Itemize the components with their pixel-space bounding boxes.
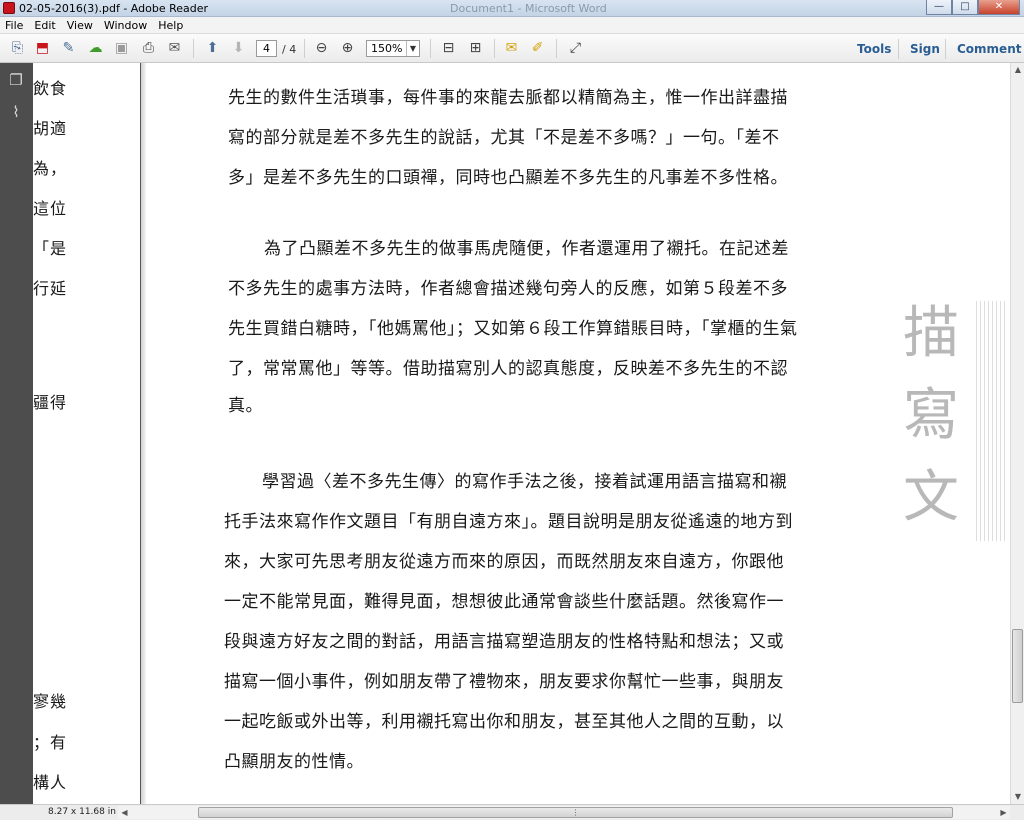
toolbar-separator [430,39,431,58]
scroll-up-icon[interactable]: ▲ [1011,63,1024,77]
paragraph-2-line: 了，常常罵他」等等。借助描寫別人的認真態度，反映差不多先生的不認 [228,359,788,379]
zoom-out-icon[interactable]: ⊖ [312,39,331,58]
paragraph-1-line: 寫的部分就是差不多先生的說話，尤其「不是差不多嗎？」一句。「差不 [228,128,780,148]
stamp-hatching [976,301,1006,541]
scroll-right-icon[interactable]: ▶ [997,806,1010,819]
scroll-left-icon[interactable]: ◀ [118,806,131,819]
page-size-label: 8.27 x 11.68 in [48,807,116,817]
zoom-value: 150% [371,42,403,55]
paragraph-2-line: 先生買錯白糖時，「他媽罵他」；又如第６段工作算錯賬目時，「掌櫃的生氣 [228,319,798,339]
export-pdf-icon[interactable]: ⬒ [33,39,52,58]
horizontal-scrollbar[interactable]: ◀ ⋮ ▶ [118,806,1010,819]
title-bar: 02-05-2016(3).pdf - Adobe Reader Documen… [0,0,1024,17]
paragraph-1-line: 多」是差不多先生的口頭禪，同時也凸顯差不多先生的凡事差不多性格。 [228,168,788,188]
menu-bar: File Edit View Window Help [0,17,1024,34]
expand-icon[interactable]: ⤢ [566,39,585,58]
previous-page-text: 疆得 [33,393,68,412]
paragraph-3-line: 描寫一個小事件，例如朋友帶了禮物來，朋友要求你幫忙一些事，與朋友 [224,672,784,692]
document-viewport[interactable]: 飲食 胡適 為， 這位 「是 行延 疆得 寥幾 ；有 構人 先生的數件生活瑣事，… [33,63,1010,804]
previous-page-text: 構人 [33,773,68,792]
menu-file[interactable]: File [0,19,29,32]
window-controls: — □ ✕ [926,0,1020,15]
toolbar-separator [193,39,194,58]
toolbar-separator [556,39,557,58]
main-toolbar: ⎘ ⬒ ✎ ☁ ▣ ⎙ ✉ ⬆ ⬇ 4 / 4 ⊖ ⊕ 150% ▼ ⊟ ⊞ ✉… [0,34,1024,63]
upload-cloud-icon[interactable]: ☁ [86,39,105,58]
toolbar-separator [898,39,899,59]
menu-window[interactable]: Window [99,19,153,32]
chevron-down-icon[interactable]: ▼ [406,41,419,56]
menu-view[interactable]: View [62,19,99,32]
previous-page-text: 這位 [33,199,68,218]
save-icon[interactable]: ▣ [112,39,131,58]
paragraph-3-line: 段與遠方好友之間的對話，用語言描寫塑造朋友的性格特點和想法；又或 [224,632,784,652]
paragraph-2-line: 真。 [228,396,263,416]
previous-page-icon[interactable]: ⬆ [203,39,222,58]
page-number-input[interactable]: 4 [256,40,277,57]
status-bar: 8.27 x 11.68 in ◀ ⋮ ▶ [0,804,1024,820]
close-button[interactable]: ✕ [978,0,1020,15]
zoom-in-icon[interactable]: ⊕ [338,39,357,58]
tools-pane-link[interactable]: Tools [857,42,891,56]
adobe-reader-icon [3,2,15,14]
highlight-icon[interactable]: ✐ [528,39,547,58]
zoom-select[interactable]: 150% ▼ [366,40,420,57]
previous-page-text: 「是 [33,239,68,258]
previous-page-text: 胡適 [33,119,68,138]
previous-page-text: 行延 [33,279,68,298]
attachments-paperclip-icon[interactable]: ⌇ [7,103,25,121]
paragraph-3-line: 凸顯朋友的性情。 [224,752,364,772]
print-icon[interactable]: ⎙ [139,39,158,58]
previous-page-fragment: 飲食 胡適 為， 這位 「是 行延 疆得 寥幾 ；有 構人 [33,63,141,804]
paragraph-3-line: 來，大家可先思考朋友從遠方而來的原因，而既然朋友來自遠方，你跟他 [224,552,784,572]
menu-help[interactable]: Help [153,19,189,32]
vertical-scrollbar[interactable]: ▲ ▼ [1010,63,1024,804]
previous-page-text: ；有 [33,733,68,752]
toolbar-separator [945,39,946,59]
window-title: 02-05-2016(3).pdf - Adobe Reader [19,2,209,15]
navigation-pane: ❐ ⌇ [0,63,33,804]
page-total: / 4 [282,43,297,56]
page-gutter [140,63,146,804]
background-window-title: Document1 - Microsoft Word [450,2,607,15]
previous-page-text: 寥幾 [33,692,68,711]
maximize-button[interactable]: □ [952,0,978,15]
fit-width-icon[interactable]: ⊞ [466,39,485,58]
previous-page-text: 為， [33,159,68,178]
comment-note-icon[interactable]: ✉ [502,39,521,58]
next-page-icon[interactable]: ⬇ [229,39,248,58]
paragraph-3-line: 一定不能常見面，難得見面，想想彼此通常會談些什麼話題。然後寫作一 [224,592,784,612]
paragraph-3-line: 學習過〈差不多先生傳〉的寫作手法之後，接着試運用語言描寫和襯 [262,472,787,492]
paragraph-3-line: 一起吃飯或外出等，利用襯托寫出你和朋友，甚至其他人之間的互動，以 [224,712,784,732]
vertical-scroll-thumb[interactable] [1012,629,1023,703]
paragraph-2-line: 為了凸顯差不多先生的做事馬虎隨便，作者還運用了襯托。在記述差 [264,239,789,259]
create-pdf-icon[interactable]: ⎘ [8,39,27,58]
paragraph-1-line: 先生的數件生活瑣事，每件事的來龍去脈都以精簡為主，惟一作出詳盡描 [228,88,788,108]
fit-page-icon[interactable]: ⊟ [439,39,458,58]
paragraph-3-line: 托手法來寫作作文題目「有朋自遠方來」。題目說明是朋友從遙遠的地方到 [224,512,793,532]
margin-stamp: 描 寫 文 [903,293,1008,553]
toolbar-separator [304,39,305,58]
scroll-down-icon[interactable]: ▼ [1011,790,1024,804]
comment-pane-link[interactable]: Comment [957,42,1021,56]
page-thumbnails-icon[interactable]: ❐ [7,71,25,89]
minimize-button[interactable]: — [926,0,952,15]
menu-edit[interactable]: Edit [29,19,61,32]
sign-pane-link[interactable]: Sign [910,42,940,56]
previous-page-text: 飲食 [33,79,68,98]
edit-form-icon[interactable]: ✎ [59,39,78,58]
horizontal-scroll-thumb[interactable]: ⋮ [198,807,953,818]
toolbar-separator [494,39,495,58]
email-icon[interactable]: ✉ [165,39,184,58]
paragraph-2-line: 不多先生的處事方法時，作者總會描述幾句旁人的反應，如第５段差不多 [228,279,788,299]
